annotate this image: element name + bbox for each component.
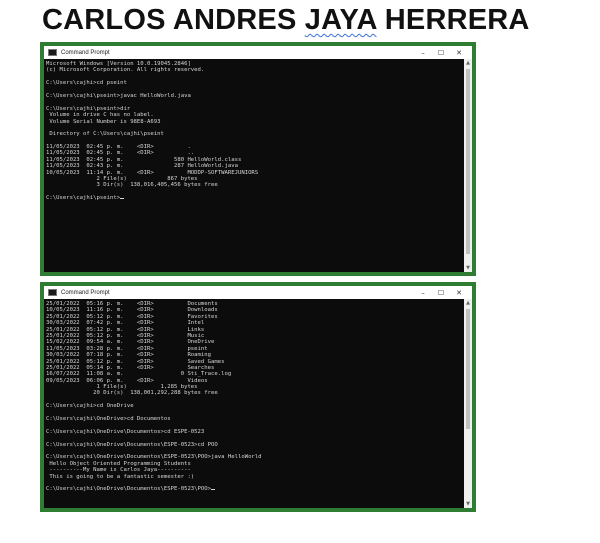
scrollbar-thumb[interactable]: [466, 309, 470, 429]
scroll-up-icon[interactable]: ▲: [464, 299, 472, 307]
command-prompt-icon: [48, 49, 57, 56]
title-second-surname: HERRERA: [376, 4, 530, 36]
scroll-down-icon[interactable]: ▼: [464, 500, 472, 508]
close-button[interactable]: ✕: [450, 289, 468, 297]
command-prompt-window-1: Command Prompt – ☐ ✕ Microsoft Windows […: [44, 46, 472, 272]
minimize-button[interactable]: –: [414, 49, 432, 57]
page-title: CARLOS ANDRES JAYA HERRERA: [42, 4, 530, 37]
window-controls: – ☐ ✕: [414, 46, 468, 59]
title-first-names: CARLOS ANDRES: [42, 4, 305, 36]
title-surname-spellcheck: JAYA: [304, 4, 377, 36]
window-titlebar[interactable]: Command Prompt – ☐ ✕: [44, 286, 472, 299]
terminal-line: C:\Users\cajhi\OneDrive\Documentos\ESPE-…: [46, 486, 462, 492]
close-button[interactable]: ✕: [450, 49, 468, 57]
window-titlebar[interactable]: Command Prompt – ☐ ✕: [44, 46, 472, 59]
maximize-button[interactable]: ☐: [432, 289, 450, 297]
vertical-scrollbar[interactable]: ▲ ▼: [464, 59, 472, 272]
text-cursor: [211, 489, 216, 491]
maximize-button[interactable]: ☐: [432, 49, 450, 57]
minimize-button[interactable]: –: [414, 289, 432, 297]
text-cursor: [120, 198, 125, 200]
window-title: Command Prompt: [61, 49, 110, 56]
terminal-output[interactable]: 25/01/2022 05:16 p. m. <DIR> Documents 10…: [46, 301, 462, 506]
scroll-up-icon[interactable]: ▲: [464, 59, 472, 67]
command-prompt-window-2: Command Prompt – ☐ ✕ 25/01/2022 05:16 p.…: [44, 286, 472, 508]
screenshot-frame-2: Command Prompt – ☐ ✕ 25/01/2022 05:16 p.…: [40, 282, 476, 512]
terminal-output[interactable]: Microsoft Windows [Version 10.0.19045.28…: [46, 61, 462, 270]
vertical-scrollbar[interactable]: ▲ ▼: [464, 299, 472, 508]
terminal-line: C:\Users\cajhi\pseint>: [46, 195, 462, 201]
window-title: Command Prompt: [61, 289, 110, 296]
scroll-down-icon[interactable]: ▼: [464, 264, 472, 272]
window-controls: – ☐ ✕: [414, 286, 468, 299]
command-prompt-icon: [48, 289, 57, 296]
screenshot-frame-1: Command Prompt – ☐ ✕ Microsoft Windows […: [40, 42, 476, 276]
scrollbar-thumb[interactable]: [466, 69, 470, 254]
